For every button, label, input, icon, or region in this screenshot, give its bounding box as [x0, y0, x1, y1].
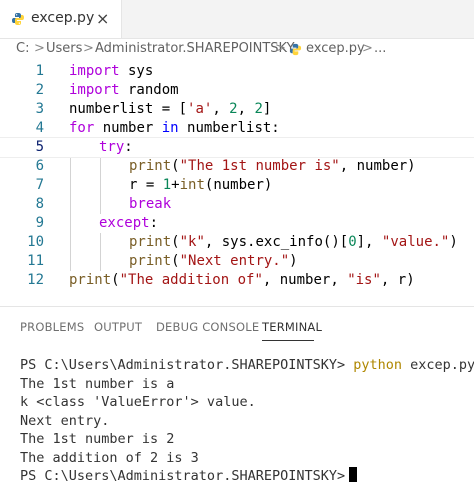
active-tab-indicator: [262, 340, 314, 341]
code-text: break: [129, 196, 172, 212]
code-line: 4 for number in numberlist:: [0, 119, 474, 138]
terminal-prompt: PS C:\Users\Administrator.SHAREPOINTSKY>: [20, 357, 346, 373]
code-text: numberlist = ['a', 2, 2]: [69, 101, 272, 117]
line-number: 3: [35, 101, 44, 117]
code-text: r = 1+int(number): [129, 177, 273, 193]
code-line: 3 numberlist = ['a', 2, 2]: [0, 100, 474, 119]
terminal-prompt: PS C:\Users\Administrator.SHAREPOINTSKY>: [20, 468, 346, 484]
terminal-output-line: The 1st number is 2: [20, 431, 175, 447]
terminal-output-line: k <class 'ValueError'> value.: [20, 394, 256, 410]
line-number: 7: [35, 177, 44, 193]
terminal-output-line: The addition of 2 is 3: [20, 449, 199, 466]
close-icon[interactable]: ×: [96, 9, 109, 28]
line-number: 12: [27, 272, 44, 288]
line-number: 11: [27, 253, 44, 269]
terminal[interactable]: PS C:\Users\Administrator.SHAREPOINTSKY>…: [20, 356, 474, 486]
code-text: import random: [69, 82, 179, 98]
breadcrumb-drive[interactable]: C:: [16, 41, 29, 56]
terminal-cursor: [349, 467, 358, 482]
breadcrumb-administrator[interactable]: Administrator.SHAREPOINTSKY: [95, 41, 295, 56]
code-line: 2 import random: [0, 81, 474, 100]
code-text: except:: [99, 215, 159, 231]
chevron-right-icon: >: [83, 41, 94, 56]
chevron-right-icon: >: [362, 41, 373, 56]
line-number: 8: [35, 196, 44, 212]
tab-terminal[interactable]: TERMINAL: [262, 320, 322, 334]
breadcrumb: C: > Users > Administrator.SHAREPOINTSKY…: [0, 38, 474, 62]
code-line-active: 5 try:: [0, 137, 474, 158]
panel-divider: [0, 306, 474, 307]
code-text: print("The addition of", number, "is", r…: [69, 272, 415, 288]
panel-tabs: PROBLEMS OUTPUT DEBUG CONSOLE TERMINAL: [0, 314, 474, 344]
code-text: print("Next entry."): [129, 253, 298, 269]
code-line: 8 break: [0, 195, 474, 214]
line-number: 9: [35, 215, 44, 231]
terminal-output-line: Next entry.: [20, 412, 110, 429]
tab-debug-console[interactable]: DEBUG CONSOLE: [156, 320, 259, 334]
line-number: 1: [35, 63, 44, 79]
code-line: 7 r = 1+int(number): [0, 176, 474, 195]
terminal-command: python: [353, 357, 403, 373]
terminal-command-line: PS C:\Users\Administrator.SHAREPOINTSKY>…: [20, 356, 474, 375]
code-text: try:: [99, 139, 133, 155]
tab-problems[interactable]: PROBLEMS: [20, 320, 84, 334]
code-text: import sys: [69, 63, 154, 79]
editor-tab-excep-py[interactable]: excep.py ×: [0, 0, 122, 38]
code-line: 10 print("k", sys.exc_info()[0], "value.…: [0, 233, 474, 252]
python-file-icon: [289, 43, 302, 56]
tab-label: excep.py: [31, 10, 95, 26]
terminal-prompt-line: PS C:\Users\Administrator.SHAREPOINTSKY>: [20, 467, 474, 486]
code-line: 1 import sys: [0, 62, 474, 81]
code-text: print("k", sys.exc_info()[0], "value."): [129, 234, 458, 250]
chevron-right-icon: >: [275, 41, 286, 56]
tab-output[interactable]: OUTPUT: [94, 320, 142, 334]
breadcrumb-ellipsis[interactable]: ...: [374, 41, 386, 56]
terminal-argument: excep.py: [402, 357, 474, 373]
code-editor[interactable]: 1 import sys 2 import random 3 numberlis…: [0, 62, 474, 294]
line-number: 5: [35, 139, 44, 155]
code-text: for number in numberlist:: [69, 120, 280, 136]
breadcrumb-users[interactable]: Users: [46, 41, 82, 56]
code-text: print("The 1st number is", number): [129, 158, 416, 174]
breadcrumb-file[interactable]: excep.py: [306, 41, 365, 56]
code-line: 6 print("The 1st number is", number): [0, 157, 474, 176]
code-line: 11 print("Next entry."): [0, 252, 474, 271]
chevron-right-icon: >: [34, 41, 45, 56]
line-number: 4: [35, 120, 44, 136]
tab-bar: excep.py ×: [0, 0, 474, 39]
line-number: 6: [35, 158, 44, 174]
line-number: 2: [35, 82, 44, 98]
python-file-icon: [12, 13, 24, 25]
code-line: 9 except:: [0, 214, 474, 233]
terminal-output-line: The 1st number is a: [20, 375, 175, 392]
code-line: 12 print("The addition of", number, "is"…: [0, 271, 474, 290]
line-number: 10: [27, 234, 44, 250]
